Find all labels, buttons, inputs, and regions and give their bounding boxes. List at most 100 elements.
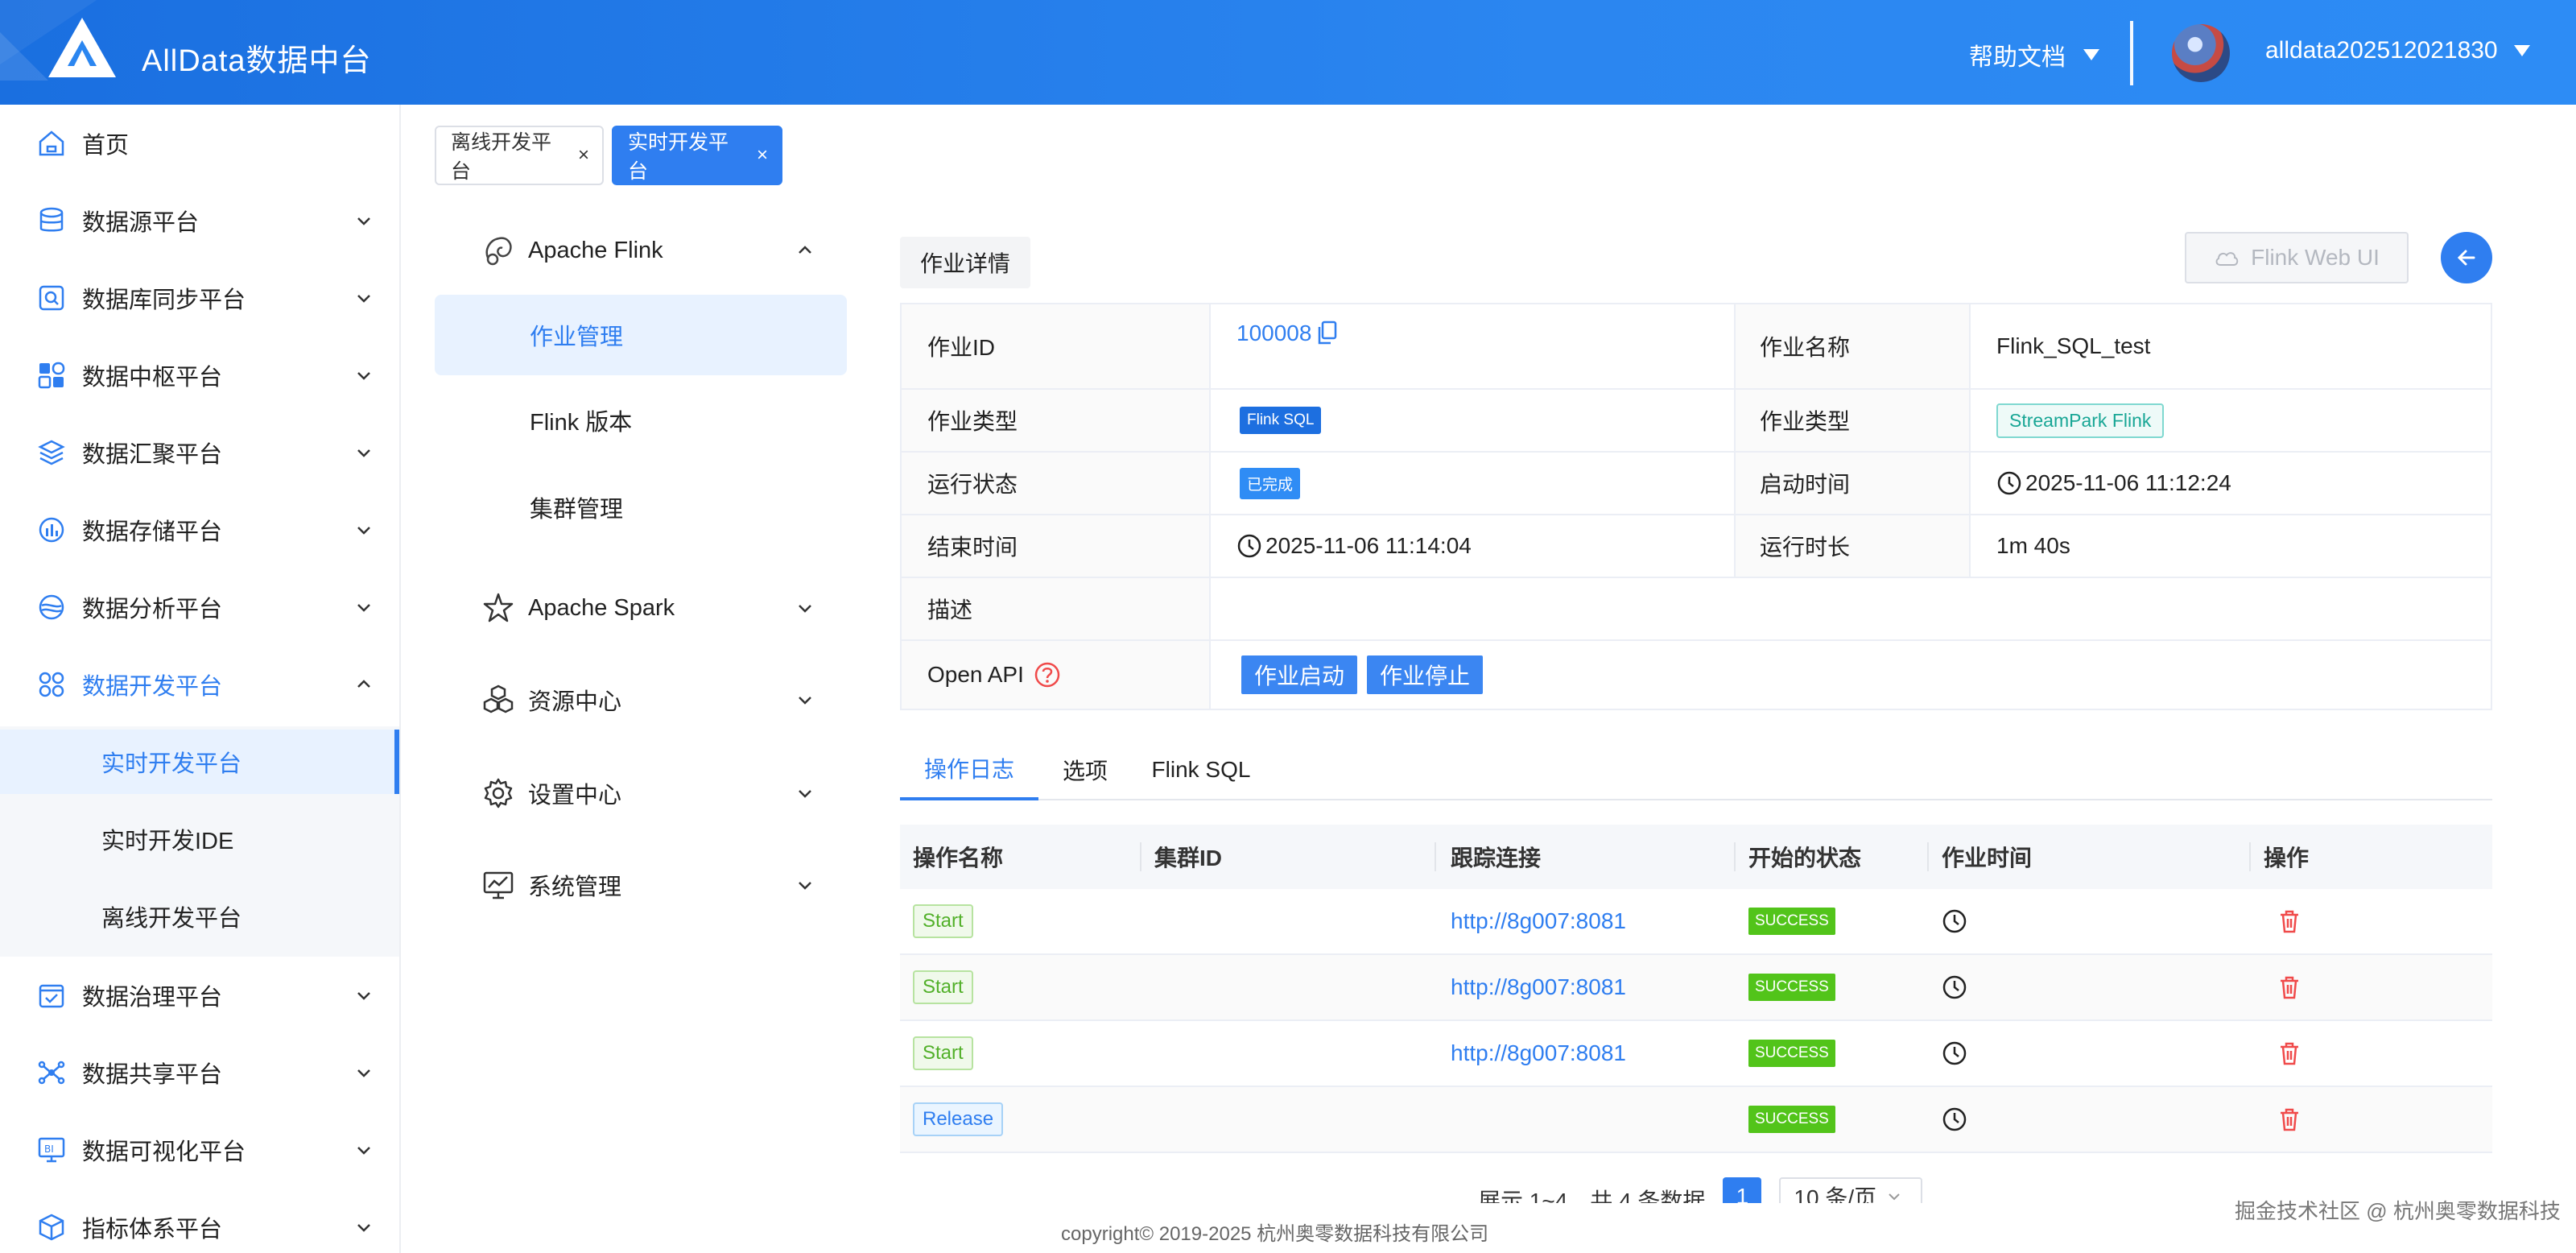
- th-start-status: 开始的状态: [1748, 846, 1862, 870]
- sidebar-item-datasource[interactable]: 数据源平台: [0, 182, 399, 259]
- share-network-icon: [38, 1061, 65, 1085]
- question-icon[interactable]: [1034, 661, 1061, 689]
- chevron-down-icon: [357, 1069, 370, 1077]
- job-id-value[interactable]: 100008: [1236, 320, 1311, 346]
- page-size-value: 10 条/页: [1794, 1185, 1877, 1203]
- th-actions: 操作: [2264, 846, 2310, 870]
- database-icon: [39, 207, 64, 232]
- tracking-link[interactable]: http://8g007:8081: [1451, 955, 1626, 1019]
- watermark: 掘金技术社区 @ 杭州奥零数据科技: [2235, 1199, 2561, 1223]
- trash-icon[interactable]: [2277, 1106, 2302, 1132]
- sidebar-subitem-label: 实时开发IDE: [101, 829, 234, 854]
- sidebar-item-converge[interactable]: 数据汇聚平台: [0, 414, 399, 491]
- sidebar-subitem-realtime[interactable]: 实时开发平台: [0, 730, 399, 794]
- sidebar-item-label: 数据中枢平台: [82, 365, 223, 391]
- footer-copyright: copyright© 2019-2025 杭州奥零数据科技有限公司: [1061, 1223, 1489, 1245]
- nav-group-system[interactable]: 系统管理: [435, 849, 847, 921]
- avatar[interactable]: [2172, 24, 2230, 82]
- clock-icon: [1942, 909, 1967, 933]
- close-icon[interactable]: ×: [757, 146, 768, 165]
- tab-operation-log[interactable]: 操作日志: [900, 739, 1038, 800]
- job-type-cell: Flink SQL: [1240, 390, 1322, 451]
- sidebar-item-analysis[interactable]: 数据分析平台: [0, 569, 399, 646]
- flink-squirrel-icon: [485, 237, 512, 266]
- clock-icon: [1237, 534, 1261, 558]
- tab-flink-sql[interactable]: Flink SQL: [1132, 739, 1270, 800]
- sidebar-item-home[interactable]: 首页: [0, 105, 399, 182]
- job-type2-label: 作业类型: [1734, 390, 1969, 451]
- header-separator: [2249, 842, 2251, 871]
- sidebar-subitem-realtime-ide[interactable]: 实时开发IDE: [0, 807, 399, 871]
- user-menu[interactable]: alldata202512021830: [2265, 37, 2530, 64]
- detail-row: 运行状态 已完成 启动时间 2025-11-06 11:12:24: [902, 453, 2491, 515]
- clock-icon: [1997, 471, 2021, 495]
- pagination: 展示 1~4，共 4 条数据 1 10 条/页: [1478, 1177, 1923, 1203]
- trash-icon[interactable]: [2277, 908, 2302, 934]
- sidebar-item-governance[interactable]: 数据治理平台: [0, 957, 399, 1034]
- sidebar-item-dbsync[interactable]: 数据库同步平台: [0, 259, 399, 337]
- sidebar-item-metrics[interactable]: 指标体系平台: [0, 1189, 399, 1253]
- sidebar-item-visual[interactable]: BI 数据可视化平台: [0, 1111, 399, 1189]
- section-title: 作业详情: [900, 237, 1030, 288]
- th-job-time: 作业时间: [1942, 846, 2033, 870]
- start-time-label: 启动时间: [1734, 453, 1969, 514]
- nav-item-label: 集群管理: [530, 497, 624, 523]
- tracking-link[interactable]: http://8g007:8081: [1451, 889, 1626, 953]
- nav-item-job-management[interactable]: 作业管理: [435, 295, 847, 375]
- tab-offline-dev[interactable]: 离线开发平台 ×: [435, 126, 604, 185]
- nav-group-resource[interactable]: 资源中心: [435, 664, 847, 736]
- chevron-down-icon: [357, 527, 370, 535]
- page-size-select[interactable]: 10 条/页: [1779, 1177, 1923, 1203]
- flink-web-ui-button[interactable]: Flink Web UI: [2185, 232, 2409, 283]
- sidebar-item-label: 首页: [82, 133, 130, 159]
- sidebar-item-share[interactable]: 数据共享平台: [0, 1034, 399, 1111]
- close-icon[interactable]: ×: [578, 146, 589, 165]
- job-stop-button[interactable]: 作业停止: [1367, 655, 1484, 694]
- run-status-badge: 已完成: [1240, 467, 1301, 499]
- flink-web-ui-label: Flink Web UI: [2251, 245, 2380, 270]
- sidebar-item-label: 数据存储平台: [82, 519, 223, 545]
- table-row: Release SUCCESS: [900, 1087, 2492, 1153]
- chevron-down-icon: [799, 605, 811, 613]
- nav-group-settings[interactable]: 设置中心: [435, 757, 847, 829]
- back-button[interactable]: [2441, 232, 2492, 283]
- page-button[interactable]: 1: [1723, 1177, 1762, 1203]
- sidebar-item-storage[interactable]: 数据存储平台: [0, 491, 399, 569]
- nav-group-spark[interactable]: Apache Spark: [435, 572, 847, 644]
- copy-icon[interactable]: [1316, 320, 1339, 345]
- sidebar-item-dev[interactable]: 数据开发平台: [0, 646, 399, 723]
- operation-tag: Start: [913, 970, 973, 1004]
- chevron-down-icon: [357, 295, 370, 303]
- chevron-up-icon: [357, 680, 370, 688]
- trash-icon[interactable]: [2277, 1040, 2302, 1066]
- sidebar-item-label: 数据共享平台: [82, 1062, 223, 1088]
- clock-icon: [1942, 975, 1967, 999]
- status-badge: SUCCESS: [1748, 1040, 1835, 1067]
- job-start-button[interactable]: 作业启动: [1241, 655, 1358, 694]
- chevron-up-icon: [799, 246, 811, 254]
- tab-options[interactable]: 选项: [1038, 739, 1132, 800]
- sidebar-item-hub[interactable]: 数据中枢平台: [0, 337, 399, 414]
- sidebar-item-label: 数据库同步平台: [82, 287, 246, 313]
- status-badge: SUCCESS: [1748, 1106, 1835, 1133]
- clock-icon: [1942, 1041, 1967, 1065]
- trash-icon[interactable]: [2277, 974, 2302, 1000]
- nav-group-flink[interactable]: Apache Flink: [435, 214, 847, 287]
- chevron-down-icon: [357, 217, 370, 225]
- detail-row: 描述: [902, 578, 2491, 641]
- sync-search-icon: [39, 285, 64, 311]
- top-header: AllData数据中台 帮助文档 alldata202512021830: [0, 0, 2576, 105]
- job-type-label: 作业类型: [902, 390, 1209, 451]
- nav-group-label: 设置中心: [528, 783, 622, 808]
- tab-realtime-dev[interactable]: 实时开发平台 ×: [612, 126, 782, 185]
- nav-item-label: 作业管理: [530, 325, 624, 350]
- run-status-cell: 已完成: [1240, 453, 1301, 514]
- duration-label: 运行时长: [1734, 515, 1969, 577]
- description-label: 描述: [902, 578, 1209, 639]
- tracking-link[interactable]: http://8g007:8081: [1451, 1021, 1626, 1086]
- nav-item-flink-version[interactable]: Flink 版本: [435, 380, 847, 461]
- help-docs-menu[interactable]: 帮助文档: [1969, 37, 2099, 72]
- sidebar-subitem-offline[interactable]: 离线开发平台: [0, 884, 399, 949]
- nav-item-cluster-management[interactable]: 集群管理: [435, 467, 847, 548]
- column-divider: [1969, 304, 1971, 578]
